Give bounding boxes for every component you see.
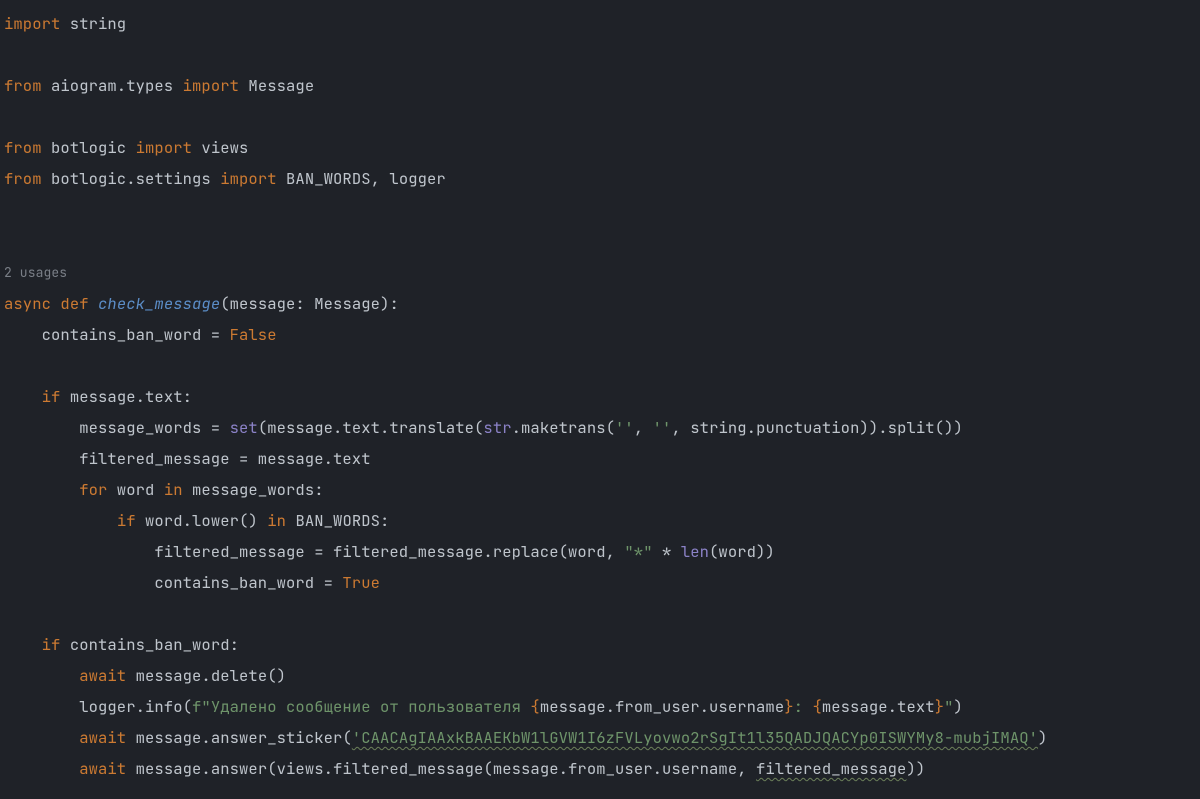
- code-line: if word.lower() in BAN_WORDS:: [4, 510, 389, 531]
- fn-check-message: check_message: [98, 293, 220, 314]
- code-line: message_words = set(message.text.transla…: [4, 417, 963, 438]
- string-star: "*": [624, 541, 652, 562]
- code-line: contains_ban_word = True: [4, 572, 380, 593]
- code-line: filtered_message = filtered_message.repl…: [4, 541, 775, 562]
- builtin-set: set: [230, 417, 258, 438]
- type-message: Message: [314, 293, 380, 314]
- call-logger-info: logger.info(: [4, 696, 192, 717]
- cond-contains-ban-word: contains_ban_word:: [60, 634, 239, 655]
- fstring-expr-2: message.text: [822, 696, 935, 717]
- fstring-open: f"Удалено сообщение от пользователя: [192, 696, 530, 717]
- usages-inlay[interactable]: 2 usages: [4, 264, 67, 281]
- code-line: for word in message_words:: [4, 479, 324, 500]
- string-punctuation-split: string.punctuation)).split()): [690, 417, 963, 438]
- assign-filtered-message: filtered_message = message.text: [4, 448, 371, 469]
- code-line: import string: [4, 13, 126, 34]
- fstring-rbrace-1: }: [784, 696, 793, 717]
- sig-close: ):: [380, 293, 399, 314]
- kw-import: import: [220, 168, 276, 189]
- kw-import: import: [4, 13, 60, 34]
- const-true: True: [342, 572, 380, 593]
- code-line: filtered_message = message.text: [4, 448, 371, 469]
- kw-await: await: [79, 758, 126, 779]
- kw-def: def: [51, 293, 98, 314]
- assign-message-words: message_words =: [4, 417, 230, 438]
- const-false: False: [230, 324, 277, 345]
- module-string: string: [60, 13, 126, 34]
- assign-contains-ban-word: contains_ban_word =: [4, 324, 230, 345]
- code-line: await message.answer_sticker('CAACAgIAAx…: [4, 727, 1047, 748]
- fstring-lbrace-2: {: [812, 696, 821, 717]
- kw-import: import: [136, 137, 192, 158]
- code-line: from botlogic import views: [4, 137, 248, 158]
- kw-if: if: [42, 386, 61, 407]
- code-line: logger.info(f"Удалено сообщение от польз…: [4, 696, 963, 717]
- kw-in: in: [164, 479, 183, 500]
- code-line: async def check_message(message: Message…: [4, 293, 399, 314]
- assign-filtered-replace: filtered_message = filtered_message.repl…: [4, 541, 624, 562]
- kw-await: await: [79, 727, 126, 748]
- sig-open: (message:: [220, 293, 314, 314]
- call-answer-sticker: message.answer_sticker(: [126, 727, 352, 748]
- fstring-rbrace-2: }: [935, 696, 944, 717]
- code-line: from botlogic.settings import BAN_WORDS,…: [4, 168, 446, 189]
- code-line: contains_ban_word = False: [4, 324, 277, 345]
- kw-if: if: [117, 510, 136, 531]
- kw-from: from: [4, 137, 42, 158]
- module-botlogic: botlogic: [42, 137, 136, 158]
- var-filtered-message: filtered_message: [756, 758, 906, 779]
- string-sticker-id: 'CAACAgIAAxkBAAEKbW1lGVW1I6zFVLyovwo2rSg…: [352, 727, 1038, 748]
- string-empty-1: '': [615, 417, 634, 438]
- kw-await: await: [79, 665, 126, 686]
- builtin-len: len: [681, 541, 709, 562]
- kw-import: import: [183, 75, 239, 96]
- import-message: Message: [239, 75, 314, 96]
- kw-from: from: [4, 75, 42, 96]
- code-line: from aiogram.types import Message: [4, 75, 314, 96]
- import-views: views: [192, 137, 248, 158]
- module-aiogram-types: aiogram.types: [42, 75, 183, 96]
- kw-in: in: [267, 510, 286, 531]
- kw-async: async: [4, 293, 51, 314]
- kw-for: for: [79, 479, 107, 500]
- import-banwords-logger: BAN_WORDS, logger: [277, 168, 446, 189]
- kw-from: from: [4, 168, 42, 189]
- kw-if: if: [42, 634, 61, 655]
- code-line: await message.delete(): [4, 665, 286, 686]
- module-botlogic-settings: botlogic.settings: [42, 168, 221, 189]
- fstring-lbrace-1: {: [530, 696, 539, 717]
- code-line: if contains_ban_word:: [4, 634, 239, 655]
- code-line: if message.text:: [4, 386, 192, 407]
- code-editor[interactable]: import string from aiogram.types import …: [0, 0, 1200, 784]
- cond-message-text: message.text:: [60, 386, 192, 407]
- fstring-expr-1: message.from_user.username: [540, 696, 784, 717]
- assign-contains-true: contains_ban_word =: [4, 572, 342, 593]
- builtin-str: str: [483, 417, 511, 438]
- code-line: await message.answer(views.filtered_mess…: [4, 758, 925, 779]
- string-empty-2: '': [653, 417, 672, 438]
- call-message-delete: message.delete(): [126, 665, 286, 686]
- call-answer-filtered: message.answer(views.filtered_message(me…: [126, 758, 756, 779]
